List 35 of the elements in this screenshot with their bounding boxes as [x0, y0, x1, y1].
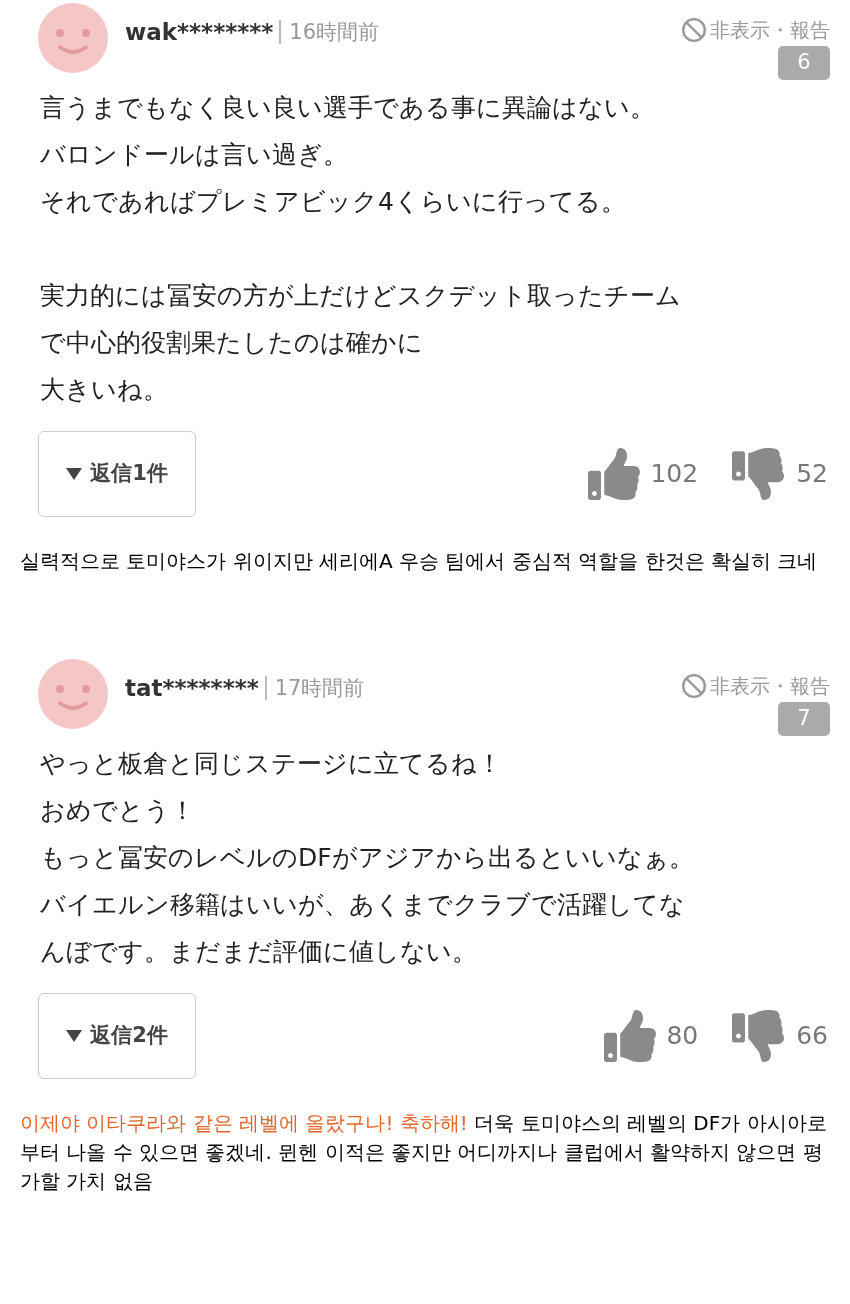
comment-line: 実力的には冨安の方が上だけどスクデット取ったチーム	[40, 280, 682, 312]
thumbs-down-icon[interactable]	[732, 1010, 785, 1062]
thumbs-down-icon[interactable]	[732, 448, 785, 500]
comment-line: やっと板倉と同じステージに立てるね！	[40, 748, 503, 780]
comment-line: 言うまでもなく良い良い選手である事に異論はない。	[40, 92, 656, 124]
comment-line: んぼです。まだまだ評価に値しない。	[40, 936, 478, 968]
comment-line: バロンドールは言い過ぎ。	[40, 139, 349, 171]
dislike-count: 52	[796, 458, 828, 491]
caret-icon	[66, 1030, 83, 1042]
like-count: 80	[666, 1020, 699, 1053]
translation-text: 이제야 이타쿠라와 같은 레벨에 올랐구나! 축하해! 더욱 토미야스의 레벨의 DF가 아시아로부터 나올 수 있으면 좋겠네. 뮌헨 이적은 좋지만 어디까지나 클럽에서 활약하지 않으면 평가할 가치 없음	[19, 1110, 828, 1195]
replies-button[interactable]: 返信1件	[38, 431, 196, 517]
replies-button[interactable]: 返信2件	[38, 993, 196, 1079]
thumbs-up-icon[interactable]	[604, 1010, 657, 1062]
comment-line: それであればプレミアビック4くらいに行ってる。	[40, 186, 627, 218]
comment-line: バイエルン移籍はいいが、あくまでクラブで活躍してな	[40, 889, 686, 921]
count-badge: 7	[778, 702, 830, 736]
caret-icon	[66, 468, 83, 480]
username[interactable]: tat********	[125, 671, 259, 706]
comment-line: もっと冨安のレベルのDFがアジアから出るといいなぁ。	[40, 842, 695, 874]
username[interactable]: wak********	[125, 15, 274, 50]
avatar-icon	[38, 3, 108, 73]
comment-line: で中心的役割果たしたのは確かに	[40, 327, 424, 359]
translation-text: 실력적으로 토미야스가 위이지만 세리에A 우승 팀에서 중심적 역할을 한것은 확실히 크네	[19, 548, 819, 575]
dislike-count: 66	[796, 1020, 828, 1053]
timestamp: 16時間前	[279, 20, 380, 45]
comment-line: 大きいね。	[40, 374, 169, 406]
timestamp: 17時間前	[264, 676, 365, 701]
hide-icon[interactable]	[681, 17, 707, 43]
avatar-icon	[38, 659, 108, 729]
count-badge: 6	[778, 46, 830, 80]
comment-line: おめでとう！	[40, 795, 196, 827]
like-count: 102	[650, 458, 699, 491]
thumbs-up-icon[interactable]	[588, 448, 641, 500]
hide-icon[interactable]	[681, 673, 707, 699]
